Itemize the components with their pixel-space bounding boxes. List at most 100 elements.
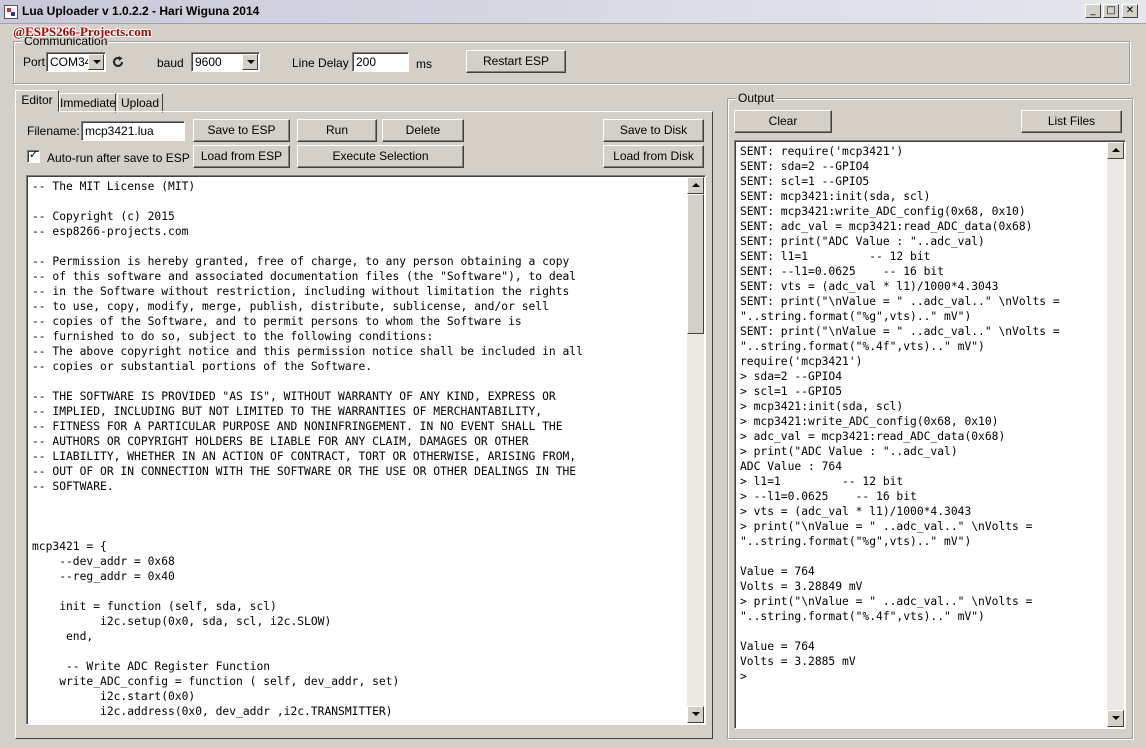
scroll-thumb[interactable] — [687, 194, 704, 334]
chevron-down-icon[interactable] — [88, 54, 104, 70]
window-title: Lua Uploader v 1.0.2.2 - Hari Wiguna 201… — [22, 4, 260, 18]
list-files-button[interactable]: List Files — [1021, 110, 1122, 133]
code-line: --reg_addr = 0x40 — [32, 570, 175, 583]
output-line: > — [740, 670, 747, 683]
output-console[interactable]: SENT: require('mcp3421') SENT: sda=2 --GP… — [734, 140, 1126, 729]
port-select[interactable]: COM34 — [46, 52, 106, 72]
close-button[interactable]: ✕ — [1122, 4, 1138, 18]
output-line: SENT: adc_val = mcp3421:read_ADC_data(0x… — [740, 220, 1033, 233]
load-from-disk-button[interactable]: Load from Disk — [603, 145, 704, 168]
code-line: -- AUTHORS OR COPYRIGHT HOLDERS BE LIABL… — [32, 435, 529, 448]
code-line: -- copies or substantial portions of the… — [32, 360, 373, 373]
refresh-icon[interactable] — [111, 55, 125, 69]
maximize-button[interactable]: □ — [1103, 4, 1119, 18]
output-line: SENT: scl=1 --GPIO5 — [740, 175, 870, 188]
output-line: > mcp3421:write_ADC_config(0x68, 0x10) — [740, 415, 999, 428]
output-line: SENT: --l1=0.0625 -- 16 bit — [740, 265, 945, 278]
code-editor[interactable]: -- The MIT License (MIT) -- Copyright (c)… — [26, 175, 706, 725]
brand-watermark: @ESPS266-Projects.com — [13, 24, 152, 39]
title-bar[interactable]: Lua Uploader v 1.0.2.2 - Hari Wiguna 201… — [0, 0, 1146, 24]
code-line: i2c.setup(0x0, sda, scl, i2c.SLOW) — [32, 615, 332, 628]
restart-esp-button[interactable]: Restart ESP — [466, 50, 566, 73]
scroll-down-icon[interactable] — [1107, 710, 1124, 727]
output-line: Value = 764 — [740, 640, 815, 653]
code-line: mcp3421 = { — [32, 540, 107, 553]
code-line: --dev_addr = 0x68 — [32, 555, 175, 568]
code-line: -- The above copyright notice and this p… — [32, 345, 583, 358]
output-line: Value = 764 — [740, 565, 815, 578]
output-line: SENT: mcp3421:write_ADC_config(0x68, 0x1… — [740, 205, 1026, 218]
output-line: "..string.format("%.4f",vts).." mV") — [740, 340, 985, 353]
output-line: > print("\nValue = " ..adc_val.." \nVolt… — [740, 520, 1033, 533]
output-line: SENT: mcp3421:init(sda, scl) — [740, 190, 931, 203]
scroll-up-icon[interactable] — [687, 177, 704, 194]
code-line: init = function (self, sda, scl) — [32, 600, 277, 613]
output-line: require('mcp3421') — [740, 355, 863, 368]
code-line: i2c.address(0x0, dev_addr ,i2c.TRANSMITT… — [32, 705, 393, 718]
baud-label: baud — [157, 56, 184, 70]
output-line: > sda=2 --GPIO4 — [740, 370, 843, 383]
output-line: "..string.format("%.4f",vts).." mV") — [740, 610, 985, 623]
output-scrollbar[interactable] — [1107, 142, 1124, 727]
output-line: > mcp3421:init(sda, scl) — [740, 400, 904, 413]
tab-immediate[interactable]: Immediate — [59, 93, 116, 113]
output-line: "..string.format("%g",vts).." mV") — [740, 310, 972, 323]
load-from-esp-button[interactable]: Load from ESP — [193, 145, 290, 168]
output-content: SENT: require('mcp3421') SENT: sda=2 --GP… — [740, 144, 1105, 684]
output-line: > scl=1 --GPIO5 — [740, 385, 843, 398]
code-line: -- Write ADC Register Function — [32, 660, 271, 673]
editor-scrollbar[interactable] — [687, 177, 704, 723]
scroll-down-icon[interactable] — [687, 706, 704, 723]
output-line: SENT: print("ADC Value : "..adc_val) — [740, 235, 985, 248]
run-button[interactable]: Run — [297, 119, 377, 142]
output-line: SENT: print("\nValue = " ..adc_val.." \n… — [740, 325, 1060, 338]
output-line: > vts = (adc_val * l1)/1000*4.3043 — [740, 505, 972, 518]
tab-upload[interactable]: Upload — [117, 93, 163, 113]
baud-select[interactable]: 9600 — [191, 52, 260, 72]
line-delay-input[interactable]: 200 — [352, 52, 409, 72]
output-line: > adc_val = mcp3421:read_ADC_data(0x68) — [740, 430, 1006, 443]
code-line: -- furnished to do so, subject to the fo… — [32, 330, 434, 343]
code-line: -- SOFTWARE. — [32, 480, 114, 493]
baud-value: 9600 — [195, 55, 222, 69]
output-line: Volts = 3.28849 mV — [740, 580, 863, 593]
filename-input[interactable]: mcp3421.lua — [81, 121, 185, 141]
execute-selection-button[interactable]: Execute Selection — [297, 145, 464, 168]
scroll-up-icon[interactable] — [1107, 142, 1124, 159]
code-line: -- to use, copy, modify, merge, publish,… — [32, 300, 549, 313]
code-line: -- IMPLIED, INCLUDING BUT NOT LIMITED TO… — [32, 405, 543, 418]
code-line: -- Copyright (c) 2015 — [32, 210, 175, 223]
clear-button[interactable]: Clear — [734, 110, 832, 133]
code-line: -- Permission is hereby granted, free of… — [32, 255, 570, 268]
port-value: COM34 — [50, 55, 92, 69]
autorun-label: Auto-run after save to ESP — [47, 151, 190, 165]
output-line: SENT: vts = (adc_val * l1)/1000*4.3043 — [740, 280, 999, 293]
code-line: -- OUT OF OR IN CONNECTION WITH THE SOFT… — [32, 465, 577, 478]
output-line: > --l1=0.0625 -- 16 bit — [740, 490, 917, 503]
output-line: SENT: l1=1 -- 12 bit — [740, 250, 931, 263]
chevron-down-icon[interactable] — [242, 54, 258, 70]
code-line: write_ADC_config = function ( self, dev_… — [32, 675, 400, 688]
code-line: end, — [32, 630, 94, 643]
delete-button[interactable]: Delete — [382, 119, 464, 142]
code-line: i2c.start(0x0) — [32, 690, 196, 703]
minimize-button[interactable]: _ — [1085, 4, 1101, 18]
save-to-esp-button[interactable]: Save to ESP — [193, 119, 290, 142]
port-label: Port — [23, 55, 46, 69]
autorun-checkbox[interactable] — [27, 148, 40, 163]
save-to-disk-button[interactable]: Save to Disk — [603, 119, 704, 142]
code-line: -- of this software and associated docum… — [32, 270, 577, 283]
line-delay-unit: ms — [416, 57, 432, 71]
output-line: SENT: print("\nValue = " ..adc_val.." \n… — [740, 295, 1060, 308]
output-line: > print("\nValue = " ..adc_val.." \nVolt… — [740, 595, 1033, 608]
output-line: SENT: sda=2 --GPIO4 — [740, 160, 870, 173]
code-line: -- LIABILITY, WHETHER IN AN ACTION OF CO… — [32, 450, 577, 463]
tab-editor[interactable]: Editor — [15, 90, 59, 112]
